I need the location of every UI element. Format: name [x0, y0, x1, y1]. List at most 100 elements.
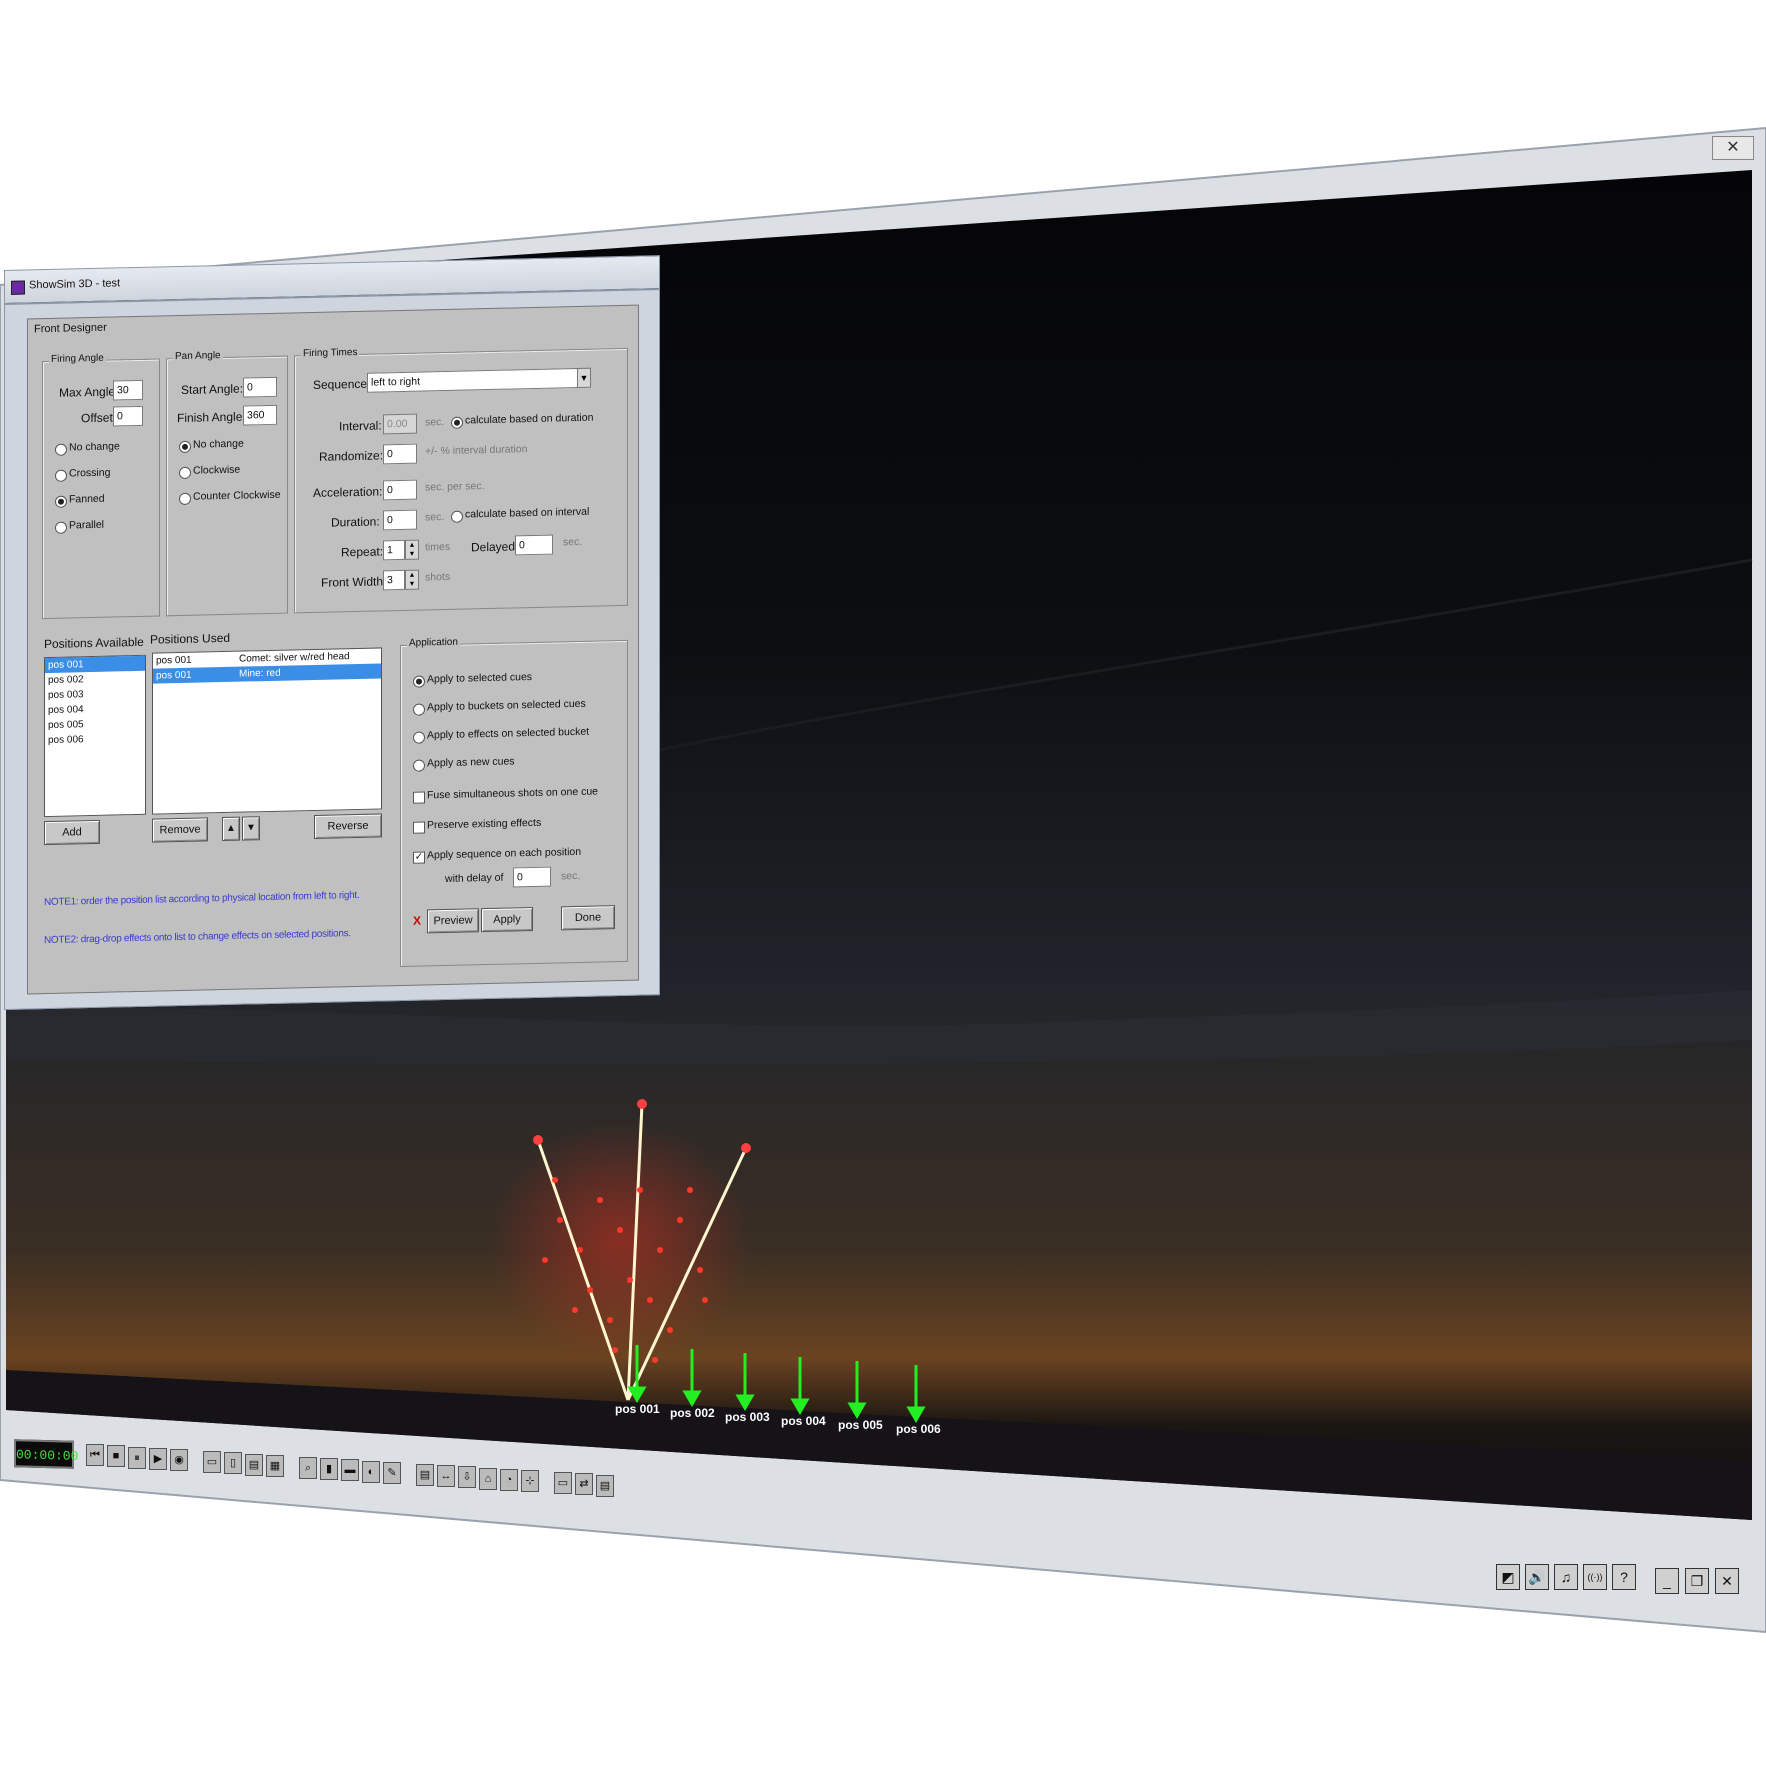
apply-effects-radio[interactable] [413, 731, 425, 744]
randomize-input[interactable]: 0 [383, 443, 417, 465]
toolbar-button[interactable]: ⌂ [479, 1468, 497, 1490]
dialog-title: Front Designer [34, 321, 107, 336]
toolbar-button[interactable]: ▯ [224, 1452, 242, 1474]
fuse-checkbox[interactable] [413, 791, 425, 804]
showsim-window: ✕ pos 001 pos 002 pos 003 pos 004 pos 00… [0, 0, 1766, 1766]
toolbar-button[interactable]: ◔ [500, 1469, 518, 1491]
positions-used-list[interactable]: pos 001 Comet: silver w/red head pos 001… [152, 647, 382, 815]
toolbar-icon[interactable]: ((·)) [1583, 1564, 1607, 1590]
pan-angle-group: Pan Angle Start Angle: 0 Finish Angle: 3… [166, 350, 288, 617]
toolbar-button[interactable]: ▤ [596, 1475, 614, 1497]
move-up-button[interactable]: ▲ [222, 816, 240, 842]
repeat-input[interactable]: 1 [383, 539, 405, 561]
pan-angle-label: Pan Angle [173, 350, 223, 363]
chevron-down-icon[interactable]: ▼ [577, 367, 591, 388]
radio-label: Clockwise [193, 463, 241, 477]
duration-input[interactable]: 0 [383, 509, 417, 531]
add-button[interactable]: Add [44, 819, 100, 846]
interval-input[interactable]: 0.00 [383, 413, 417, 435]
toolbar-button[interactable]: ⊹ [521, 1470, 539, 1492]
toolbar-button[interactable]: ▤ [416, 1464, 434, 1486]
positions-used-label: Positions Used [150, 630, 231, 647]
sequence-delay-unit: sec. [561, 869, 581, 883]
toolbar-button[interactable]: ▬ [341, 1459, 359, 1481]
toolbar-icon[interactable]: ♫ [1554, 1564, 1578, 1590]
preview-button[interactable]: Preview [427, 908, 479, 934]
radio-label: Apply to buckets on selected cues [427, 697, 586, 714]
radio-label: Apply to selected cues [427, 671, 533, 686]
delayed-label: Delayed [471, 539, 516, 555]
toolbar-icon[interactable]: ? [1612, 1564, 1636, 1590]
toolbar-button[interactable]: ▦ [266, 1455, 284, 1477]
apply-selected-cues-radio[interactable] [413, 675, 425, 688]
timecode-display: 00:00:00 [14, 1439, 78, 1469]
max-angle-label: Max Angle: [59, 384, 119, 400]
toolbar-button[interactable]: ⌕ [299, 1457, 317, 1479]
calc-duration-radio[interactable] [451, 416, 463, 429]
note-2: NOTE2: drag-drop effects onto list to ch… [44, 928, 351, 947]
window-control-button[interactable]: ❐ [1685, 1568, 1709, 1594]
acceleration-input[interactable]: 0 [383, 479, 417, 501]
apply-new-cues-radio[interactable] [413, 759, 425, 772]
toolbar-button[interactable]: ▶ [149, 1448, 167, 1470]
toolbar-button[interactable]: ✎ [383, 1462, 401, 1484]
toolbar-button[interactable]: ⇩ [458, 1466, 476, 1488]
max-angle-input[interactable]: 30 [113, 379, 143, 401]
window-control-button[interactable]: _ [1655, 1568, 1679, 1594]
finish-angle-input[interactable]: 360 [243, 404, 277, 426]
toolbar-button[interactable]: ▮ [320, 1458, 338, 1480]
sequence-select[interactable]: left to right [367, 367, 591, 393]
front-width-spinner[interactable]: ▲ ▼ [405, 569, 419, 590]
positions-available-list[interactable]: pos 001 pos 002 pos 003 pos 004 pos 005 … [44, 654, 146, 818]
remove-button[interactable]: Remove [152, 817, 208, 843]
firing-parallel-radio[interactable] [55, 521, 67, 534]
toolbar-button[interactable]: ▭ [554, 1472, 572, 1494]
pan-no-change-radio[interactable] [179, 440, 191, 454]
acceleration-label: Acceleration: [313, 484, 383, 500]
radio-label: No change [69, 440, 120, 454]
apply-sequence-checkbox[interactable]: ✓ [413, 851, 425, 864]
firing-fanned-radio[interactable] [55, 495, 67, 508]
list-item[interactable]: pos 006 [45, 731, 145, 748]
move-down-button[interactable]: ▼ [242, 816, 260, 841]
done-button[interactable]: Done [561, 905, 615, 931]
toolbar-button[interactable]: ↔ [437, 1465, 455, 1487]
app-title: ShowSim 3D - test [29, 277, 121, 292]
apply-buckets-radio[interactable] [413, 703, 425, 716]
pan-clockwise-radio[interactable] [179, 466, 191, 480]
toolbar-button[interactable]: ⏮ [86, 1444, 104, 1466]
pan-counter-clockwise-radio[interactable] [179, 492, 191, 506]
toolbar-button[interactable]: ▭ [203, 1451, 221, 1473]
toolbar-button[interactable]: ◉ [170, 1449, 188, 1471]
delayed-input[interactable]: 0 [515, 534, 553, 556]
sequence-delay-input[interactable]: 0 [513, 866, 551, 888]
calc-interval-radio[interactable] [451, 510, 463, 523]
front-width-input[interactable]: 3 [383, 569, 405, 591]
firing-times-label: Firing Times [301, 346, 360, 360]
repeat-spinner[interactable]: ▲ ▼ [405, 539, 419, 560]
preserve-checkbox[interactable] [413, 821, 425, 834]
randomize-unit: +/- % interval duration [425, 443, 528, 458]
scene-pos-label: pos 006 [896, 1422, 941, 1436]
toolbar-button[interactable]: ⇄ [575, 1473, 593, 1495]
apply-button[interactable]: Apply [481, 906, 533, 933]
start-angle-input[interactable]: 0 [243, 376, 277, 398]
toolbar-button[interactable]: ⏸ [128, 1447, 146, 1469]
outer-close-button[interactable]: ✕ [1712, 136, 1754, 160]
duration-unit: sec. [425, 511, 445, 524]
toolbar-icon[interactable]: ◩ [1496, 1564, 1520, 1590]
close-icon[interactable]: X [413, 914, 421, 928]
toolbar-button[interactable]: ■ [107, 1445, 125, 1467]
toolbar-button[interactable]: ▤ [245, 1454, 263, 1476]
toolbar-button[interactable]: ◐ [362, 1461, 380, 1483]
firing-crossing-radio[interactable] [55, 469, 67, 482]
radio-label: Crossing [69, 466, 111, 480]
offset-input[interactable]: 0 [113, 405, 143, 427]
repeat-unit: times [425, 540, 451, 554]
firing-no-change-radio[interactable] [55, 443, 67, 456]
toolbar-icon[interactable]: 🔊 [1525, 1564, 1549, 1590]
positions-available-label: Positions Available [44, 634, 144, 652]
reverse-button[interactable]: Reverse [314, 813, 382, 839]
apply-sequence-label: Apply sequence on each position [427, 845, 582, 862]
window-control-button[interactable]: ✕ [1715, 1568, 1739, 1594]
